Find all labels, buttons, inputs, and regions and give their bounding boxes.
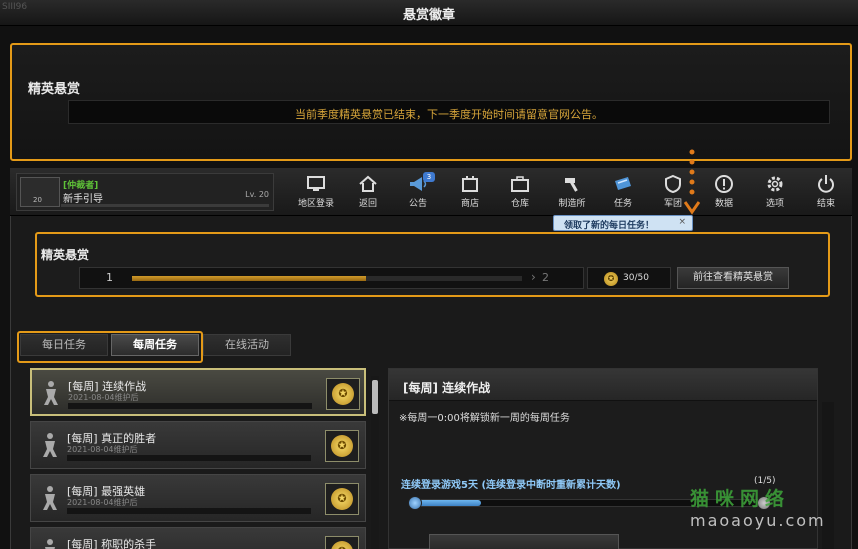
nav-label: 返回 bbox=[358, 199, 377, 209]
quest-title: [每周] 称职的杀手 bbox=[67, 538, 157, 549]
quest-date: 2021-08-04维护后 bbox=[67, 498, 138, 507]
window-title: 悬赏徽章 bbox=[402, 8, 455, 23]
quest-progress-bar bbox=[67, 508, 311, 514]
tooltip-close-icon[interactable]: × bbox=[678, 217, 686, 227]
soldier-icon bbox=[43, 433, 57, 457]
nav-storage-button[interactable]: 仓库 bbox=[497, 172, 543, 212]
nav-shop-button[interactable]: 商店 bbox=[447, 172, 493, 212]
power-icon bbox=[818, 175, 834, 193]
quest-reward: ✪ bbox=[325, 536, 359, 549]
nav-label: 公告 bbox=[408, 199, 427, 209]
soldier-icon bbox=[44, 381, 58, 405]
quest-item[interactable]: [每周] 连续作战 2021-08-04维护后 ✪ bbox=[30, 368, 366, 416]
nav-data-button[interactable]: 数据 bbox=[701, 172, 747, 212]
nav-crafting-button[interactable]: 制造所 bbox=[549, 172, 595, 212]
quest-list: [每周] 连续作战 2021-08-04维护后 ✪ [每周] 真正的胜者 202… bbox=[30, 366, 366, 549]
info-icon bbox=[715, 175, 733, 193]
quest-reward: ✪ bbox=[325, 483, 359, 515]
elite-progress-bar bbox=[132, 276, 522, 281]
nav-label: 商店 bbox=[460, 199, 479, 209]
notice-badge: 3 bbox=[423, 172, 435, 182]
nav-label: 仓库 bbox=[510, 199, 529, 209]
elite-progress-fill bbox=[132, 276, 366, 281]
quest-item[interactable]: [每周] 称职的杀手 ✪ bbox=[30, 527, 366, 549]
new-daily-mission-tooltip[interactable]: 领取了新的每日任务！ × bbox=[553, 215, 693, 231]
level-from: 1 bbox=[106, 271, 113, 284]
nav-region-login-button[interactable]: 地区登录 bbox=[293, 172, 339, 212]
player-card[interactable]: 20 [仲裁者] 新手引导 Lv. 20 bbox=[16, 173, 274, 211]
scrollbar-thumb[interactable] bbox=[372, 380, 378, 414]
coin-icon: ✪ bbox=[331, 435, 353, 457]
hammer-icon bbox=[565, 178, 578, 192]
quest-date: 2021-08-04维护后 bbox=[68, 393, 139, 402]
detail-header: [每周] 连续作战 bbox=[389, 369, 817, 401]
coin-icon: ✪ bbox=[331, 488, 353, 510]
nav-label: 制造所 bbox=[558, 199, 586, 209]
watermark-line2: maoaoyu.com bbox=[690, 511, 826, 530]
game-window: SIII96 悬赏徽章 精英悬赏 当前季度精英悬赏已结束，下一季度开始时间请留意… bbox=[0, 0, 858, 549]
player-level: Lv. 20 bbox=[245, 190, 269, 199]
elite-bounty-panel: 精英悬赏 1 › 2 ✪ 30/50 前往查看精英悬赏 bbox=[35, 232, 830, 297]
elite-notice-panel: 精英悬赏 当前季度精英悬赏已结束，下一季度开始时间请留意官网公告。 bbox=[10, 43, 852, 161]
detail-title: [每周] 连续作战 bbox=[403, 381, 491, 395]
nav-label: 选项 bbox=[765, 199, 784, 209]
ticket-icon bbox=[615, 177, 631, 190]
quest-item[interactable]: [每周] 最强英雄 2021-08-04维护后 ✪ bbox=[30, 474, 366, 522]
tab-weekly[interactable]: 每周任务 bbox=[111, 334, 199, 356]
tab-online-events[interactable]: 在线活动 bbox=[203, 334, 291, 356]
guide-arrow-icon bbox=[684, 149, 700, 215]
nav-label: 结束 bbox=[816, 199, 835, 209]
progress-start-marker bbox=[408, 496, 422, 510]
level-to: 2 bbox=[542, 271, 549, 284]
claim-reward-button[interactable] bbox=[429, 534, 619, 549]
title-bar: SIII96 悬赏徽章 bbox=[0, 0, 858, 26]
quest-reward: ✪ bbox=[326, 378, 360, 410]
quest-progress-bar bbox=[68, 403, 312, 409]
chevron-right-icon: › bbox=[531, 270, 536, 284]
nav-notice-button[interactable]: 3 公告 bbox=[395, 172, 441, 212]
elite-level-track: 1 › 2 bbox=[79, 267, 584, 289]
tab-daily[interactable]: 每日任务 bbox=[20, 334, 108, 356]
quest-list-scrollbar[interactable] bbox=[371, 376, 379, 549]
player-name: 新手引导 bbox=[63, 194, 103, 205]
tooltip-text: 领取了新的每日任务！ bbox=[564, 221, 655, 231]
nav-label: 任务 bbox=[613, 199, 632, 209]
coin-icon: ✪ bbox=[331, 541, 353, 549]
coin-icon: ✪ bbox=[604, 272, 618, 286]
xp-bar bbox=[61, 204, 269, 207]
notice-message: 当前季度精英悬赏已结束，下一季度开始时间请留意官网公告。 bbox=[295, 108, 603, 121]
coin-count-text: 30/50 bbox=[623, 273, 649, 283]
avatar: 20 bbox=[20, 177, 60, 207]
nav-options-button[interactable]: 选项 bbox=[752, 172, 798, 212]
shield-icon bbox=[665, 174, 681, 194]
quest-reward: ✪ bbox=[325, 430, 359, 462]
quest-date: 2021-08-04维护后 bbox=[67, 445, 138, 454]
nav-back-button[interactable]: 返回 bbox=[345, 172, 391, 212]
watermark-line1: 猫咪网络 bbox=[690, 488, 791, 510]
gear-icon bbox=[767, 176, 783, 192]
nav-exit-button[interactable]: 结束 bbox=[803, 172, 849, 212]
nav-mission-button[interactable]: 任务 bbox=[600, 172, 646, 212]
quest-item[interactable]: [每周] 真正的胜者 2021-08-04维护后 ✪ bbox=[30, 421, 366, 469]
briefcase-icon bbox=[511, 176, 529, 192]
elite-coin-count: ✪ 30/50 bbox=[587, 267, 671, 289]
soldier-icon bbox=[45, 539, 55, 549]
nav-label: 数据 bbox=[714, 199, 733, 209]
task-description: 连续登录游戏5天 (连续登录中断时重新累计天数) bbox=[401, 480, 621, 491]
notice-message-box: 当前季度精英悬赏已结束，下一季度开始时间请留意官网公告。 bbox=[68, 100, 830, 124]
watermark: 猫咪网络 maoaoyu.com bbox=[690, 484, 850, 534]
unlock-note: ※每周一0:00将解锁新一周的每周任务 bbox=[399, 413, 570, 424]
shop-icon bbox=[462, 176, 478, 192]
notice-heading: 精英悬赏 bbox=[28, 82, 81, 97]
monitor-icon bbox=[307, 176, 325, 191]
home-icon bbox=[359, 175, 377, 192]
coin-icon: ✪ bbox=[332, 383, 354, 405]
soldier-icon bbox=[43, 486, 57, 510]
nav-label: 地区登录 bbox=[297, 199, 334, 209]
elite-title: 精英悬赏 bbox=[41, 248, 90, 262]
avatar-level: 20 bbox=[33, 196, 42, 204]
quest-progress-bar bbox=[67, 455, 311, 461]
view-elite-bounty-button[interactable]: 前往查看精英悬赏 bbox=[677, 267, 789, 289]
